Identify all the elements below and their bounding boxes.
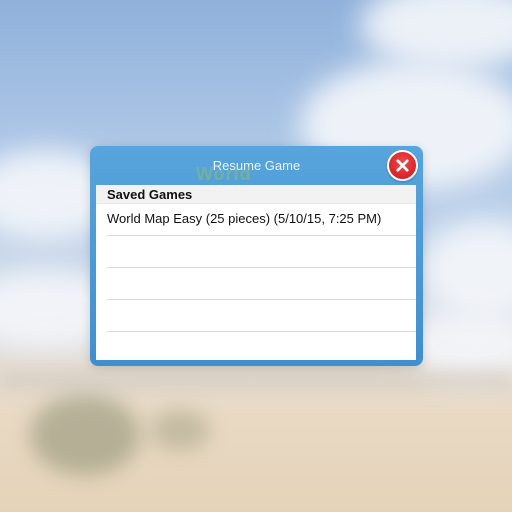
saved-game-row-empty	[107, 268, 416, 300]
saved-game-row-empty	[107, 300, 416, 332]
close-button[interactable]	[387, 150, 418, 181]
saved-game-row-empty	[107, 332, 416, 360]
saved-games-list: Saved Games World Map Easy (25 pieces) (…	[96, 185, 416, 360]
saved-game-row[interactable]: World Map Easy (25 pieces) (5/10/15, 7:2…	[107, 204, 416, 236]
saved-game-row-empty	[107, 236, 416, 268]
world-watermark: World	[196, 164, 252, 184]
close-icon	[396, 159, 409, 172]
saved-games-header: Saved Games	[96, 185, 416, 204]
